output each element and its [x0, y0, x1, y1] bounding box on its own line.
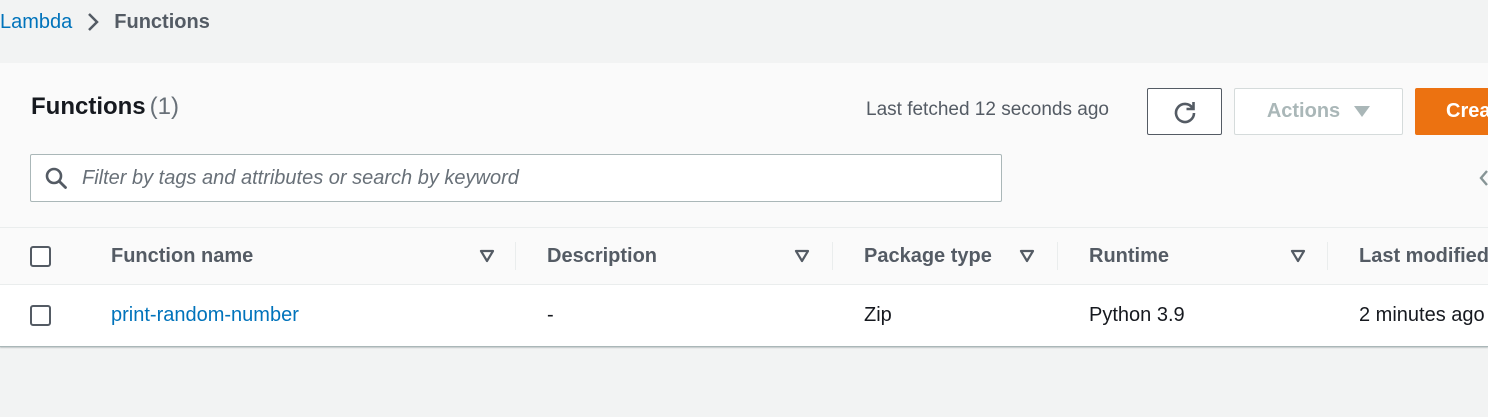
sort-icon[interactable] [794, 249, 810, 263]
functions-panel: Functions (1) Last fetched 12 seconds ago… [0, 63, 1488, 347]
table-header: Function name Description Package type R… [0, 228, 1488, 285]
sort-icon[interactable] [1019, 249, 1035, 263]
column-divider[interactable] [832, 242, 833, 270]
column-header-function-name[interactable]: Function name [111, 228, 253, 285]
search-icon [44, 166, 68, 190]
create-function-button[interactable]: Create function [1415, 88, 1488, 135]
column-header-runtime[interactable]: Runtime [1089, 228, 1169, 285]
sort-icon[interactable] [479, 249, 495, 263]
description-cell: - [547, 304, 554, 326]
breadcrumb-current: Functions [114, 10, 210, 33]
search-input[interactable] [82, 166, 962, 190]
runtime-cell: Python 3.9 [1089, 304, 1185, 326]
chevron-right-icon [86, 11, 100, 33]
column-header-last-modified[interactable]: Last modified [1359, 228, 1488, 285]
chevron-left-icon[interactable] [1478, 168, 1488, 188]
sort-icon[interactable] [1290, 249, 1306, 263]
row-checkbox[interactable] [30, 305, 51, 326]
breadcrumb-lambda-link[interactable]: Lambda [0, 11, 72, 34]
refresh-icon [1172, 99, 1198, 125]
actions-dropdown-button[interactable]: Actions [1234, 88, 1403, 135]
function-name-link[interactable]: print-random-number [111, 285, 299, 346]
column-header-package-type[interactable]: Package type [864, 228, 992, 285]
select-all-checkbox[interactable] [30, 246, 51, 267]
refresh-button[interactable] [1147, 88, 1222, 135]
page-title: Functions (1) [31, 93, 179, 121]
last-fetched-text: Last fetched 12 seconds ago [866, 99, 1109, 120]
caret-down-icon [1354, 105, 1371, 118]
actions-label: Actions [1266, 100, 1341, 122]
column-divider[interactable] [515, 242, 516, 270]
column-divider[interactable] [1057, 242, 1058, 270]
create-label: Create function [1446, 100, 1488, 122]
panel-header: Functions (1) Last fetched 12 seconds ago… [0, 63, 1488, 228]
breadcrumb: Lambda Functions [0, 0, 210, 44]
table-row: print-random-number - Zip Python 3.9 2 m… [0, 285, 1488, 346]
column-header-description[interactable]: Description [547, 228, 657, 285]
last-modified-cell: 2 minutes ago [1359, 304, 1485, 326]
title-text: Functions [31, 93, 146, 120]
function-count: (1) [149, 93, 179, 120]
package-type-cell: Zip [864, 304, 892, 326]
search-field[interactable] [30, 154, 1002, 202]
column-divider[interactable] [1327, 242, 1328, 270]
